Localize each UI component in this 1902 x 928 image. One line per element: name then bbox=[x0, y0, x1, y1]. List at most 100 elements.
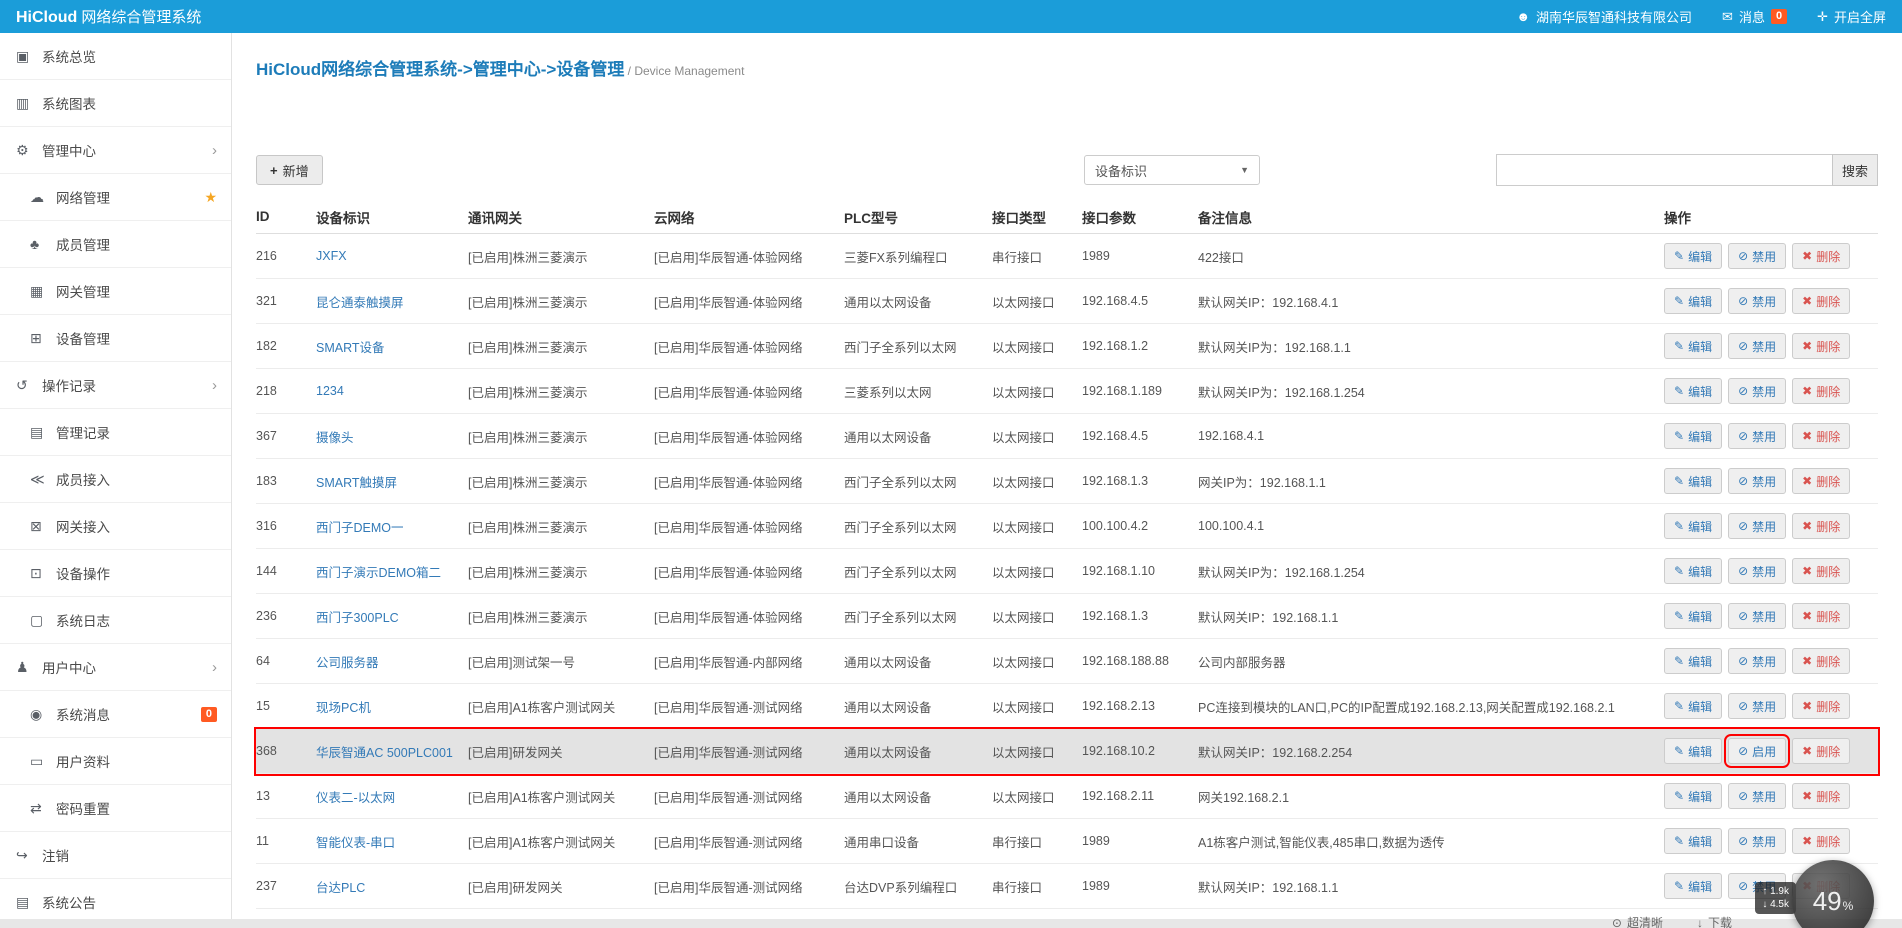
delete-button[interactable]: ✖ 删除 bbox=[1792, 558, 1851, 584]
delete-button[interactable]: ✖ 删除 bbox=[1792, 423, 1851, 449]
layout: ▣ 系统总览 ▥ 系统图表 ⚙ 管理中心 › ☁ 网络管理 ★ ♣ 成员管理 ▦… bbox=[0, 33, 1902, 928]
chevron-right-icon: › bbox=[212, 376, 217, 394]
messages-menu[interactable]: ✉ 消息 0 bbox=[1722, 7, 1788, 26]
sidebar-item-device-operations[interactable]: ⊡ 设备操作 bbox=[0, 550, 231, 597]
device-link[interactable]: 昆仑通泰触摸屏 bbox=[316, 296, 404, 310]
edit-button[interactable]: ✎ 编辑 bbox=[1664, 423, 1723, 449]
delete-button[interactable]: ✖ 删除 bbox=[1792, 378, 1851, 404]
delete-button[interactable]: ✖ 删除 bbox=[1792, 693, 1851, 719]
trash-icon: ✖ bbox=[1802, 699, 1813, 713]
device-link[interactable]: 华辰智通AC 500PLC001 bbox=[316, 746, 453, 760]
sidebar-item-network-mgmt[interactable]: ☁ 网络管理 ★ bbox=[0, 174, 231, 221]
delete-button[interactable]: ✖ 删除 bbox=[1792, 738, 1851, 764]
search-button[interactable]: 搜索 bbox=[1832, 154, 1878, 186]
edit-button[interactable]: ✎ 编辑 bbox=[1664, 288, 1723, 314]
device-link[interactable]: SMART触摸屏 bbox=[316, 476, 397, 490]
toggle-enable-button[interactable]: ⊘ 禁用 bbox=[1728, 423, 1787, 449]
toggle-enable-button[interactable]: ⊘ 禁用 bbox=[1728, 783, 1787, 809]
toggle-enable-button[interactable]: ⊘ 禁用 bbox=[1728, 243, 1787, 269]
sidebar-item-gateway-access[interactable]: ⊠ 网关接入 bbox=[0, 503, 231, 550]
toggle-enable-button[interactable]: ⊘ 禁用 bbox=[1728, 288, 1787, 314]
edit-button[interactable]: ✎ 编辑 bbox=[1664, 468, 1723, 494]
toggle-enable-button[interactable]: ⊘ 禁用 bbox=[1728, 513, 1787, 539]
sidebar-item-system-log[interactable]: ▢ 系统日志 bbox=[0, 597, 231, 644]
toggle-enable-button[interactable]: ⊘ 禁用 bbox=[1728, 603, 1787, 629]
delete-button[interactable]: ✖ 删除 bbox=[1792, 468, 1851, 494]
toggle-enable-button[interactable]: ⊘ 禁用 bbox=[1728, 333, 1787, 359]
network-speed-tag: ↑ 1.9k ↓ 4.5k bbox=[1755, 882, 1796, 914]
device-link[interactable]: 西门子300PLC bbox=[316, 611, 399, 625]
sidebar-item-password-reset[interactable]: ⇄ 密码重置 bbox=[0, 785, 231, 832]
trash-icon: ✖ bbox=[1802, 339, 1813, 353]
delete-button[interactable]: ✖ 删除 bbox=[1792, 828, 1851, 854]
device-link[interactable]: 智能仪表-串口 bbox=[316, 836, 395, 850]
col-plc-model: PLC型号 bbox=[844, 210, 898, 226]
edit-button[interactable]: ✎ 编辑 bbox=[1664, 558, 1723, 584]
cell-interface-type: 串行接口 bbox=[992, 835, 1043, 850]
ban-icon: ⊘ bbox=[1738, 429, 1749, 443]
device-link[interactable]: 现场PC机 bbox=[316, 701, 371, 715]
trash-icon: ✖ bbox=[1802, 789, 1813, 803]
device-link[interactable]: JXFX bbox=[316, 249, 347, 263]
toggle-enable-button[interactable]: ⊘ 禁用 bbox=[1728, 558, 1787, 584]
fullscreen-button[interactable]: ✛ 开启全屏 bbox=[1817, 7, 1886, 26]
delete-button[interactable]: ✖ 删除 bbox=[1792, 288, 1851, 314]
device-link[interactable]: 仪表二-以太网 bbox=[316, 791, 395, 805]
delete-button[interactable]: ✖ 删除 bbox=[1792, 513, 1851, 539]
toggle-enable-button[interactable]: ⊘ 禁用 bbox=[1728, 648, 1787, 674]
sidebar-item-user-profile[interactable]: ▭ 用户资料 bbox=[0, 738, 231, 785]
edit-button[interactable]: ✎ 编辑 bbox=[1664, 783, 1723, 809]
device-link[interactable]: SMART设备 bbox=[316, 341, 385, 355]
sidebar-item-logout[interactable]: ↪ 注销 bbox=[0, 832, 231, 879]
sidebar-item-system-messages[interactable]: ◉ 系统消息 0 bbox=[0, 691, 231, 738]
delete-button[interactable]: ✖ 删除 bbox=[1792, 333, 1851, 359]
sidebar-item-system-charts[interactable]: ▥ 系统图表 bbox=[0, 80, 231, 127]
edit-button[interactable]: ✎ 编辑 bbox=[1664, 828, 1723, 854]
delete-button[interactable]: ✖ 删除 bbox=[1792, 243, 1851, 269]
device-link[interactable]: 摄像头 bbox=[316, 431, 354, 445]
trash-icon: ✖ bbox=[1802, 429, 1813, 443]
device-link[interactable]: 西门子演示DEMO箱二 bbox=[316, 566, 441, 580]
device-link[interactable]: 1234 bbox=[316, 384, 344, 398]
search-field-select[interactable]: 设备标识 ▼ bbox=[1084, 155, 1260, 185]
toggle-enable-button[interactable]: ⊘ 启用 bbox=[1724, 734, 1791, 768]
sidebar-item-gateway-mgmt[interactable]: ▦ 网关管理 bbox=[0, 268, 231, 315]
edit-button[interactable]: ✎ 编辑 bbox=[1664, 243, 1723, 269]
corner-tools: ⊙ 超清晰 ↓ 下载 bbox=[1612, 914, 1732, 928]
sidebar-item-label: 管理记录 bbox=[56, 426, 110, 441]
delete-button[interactable]: ✖ 删除 bbox=[1792, 648, 1851, 674]
sidebar-item-system-overview[interactable]: ▣ 系统总览 bbox=[0, 33, 231, 80]
sidebar-item-member-access[interactable]: ≪ 成员接入 bbox=[0, 456, 231, 503]
video-quality-button[interactable]: ⊙ 超清晰 bbox=[1612, 914, 1663, 928]
edit-button[interactable]: ✎ 编辑 bbox=[1664, 738, 1723, 764]
download-button[interactable]: ↓ 下载 bbox=[1697, 914, 1732, 928]
device-link[interactable]: 西门子DEMO一 bbox=[316, 521, 404, 535]
sidebar-item-admin-records[interactable]: ▤ 管理记录 bbox=[0, 409, 231, 456]
edit-button[interactable]: ✎ 编辑 bbox=[1664, 378, 1723, 404]
edit-button[interactable]: ✎ 编辑 bbox=[1664, 603, 1723, 629]
cell-interface-param: 1989 bbox=[1082, 879, 1110, 893]
edit-button[interactable]: ✎ 编辑 bbox=[1664, 693, 1723, 719]
sidebar-item-admin-center[interactable]: ⚙ 管理中心 › bbox=[0, 127, 231, 174]
edit-button[interactable]: ✎ 编辑 bbox=[1664, 513, 1723, 539]
toggle-enable-button[interactable]: ⊘ 禁用 bbox=[1728, 468, 1787, 494]
device-link[interactable]: 台达PLC bbox=[316, 881, 365, 895]
sidebar-item-device-mgmt[interactable]: ⊞ 设备管理 bbox=[0, 315, 231, 362]
sidebar-item-operation-records[interactable]: ↺ 操作记录 › bbox=[0, 362, 231, 409]
sidebar-item-member-mgmt[interactable]: ♣ 成员管理 bbox=[0, 221, 231, 268]
edit-button[interactable]: ✎ 编辑 bbox=[1664, 873, 1723, 899]
device-link[interactable]: 公司服务器 bbox=[316, 656, 379, 670]
add-device-button[interactable]: + 新增 bbox=[256, 155, 323, 185]
delete-button[interactable]: ✖ 删除 bbox=[1792, 783, 1851, 809]
edit-button[interactable]: ✎ 编辑 bbox=[1664, 333, 1723, 359]
cell-plc-model: 西门子全系列以太网 bbox=[844, 520, 957, 535]
edit-button[interactable]: ✎ 编辑 bbox=[1664, 648, 1723, 674]
sidebar-item-user-center[interactable]: ♟ 用户中心 › bbox=[0, 644, 231, 691]
toggle-enable-button[interactable]: ⊘ 禁用 bbox=[1728, 828, 1787, 854]
toggle-enable-button[interactable]: ⊘ 禁用 bbox=[1728, 693, 1787, 719]
toggle-enable-button[interactable]: ⊘ 禁用 bbox=[1728, 378, 1787, 404]
company-menu[interactable]: ☻ 湖南华辰智通科技有限公司 bbox=[1516, 7, 1692, 26]
delete-button[interactable]: ✖ 删除 bbox=[1792, 603, 1851, 629]
cell-note: A1栋客户测试,智能仪表,485串口,数据为透传 bbox=[1198, 835, 1445, 850]
search-input[interactable] bbox=[1496, 154, 1832, 186]
